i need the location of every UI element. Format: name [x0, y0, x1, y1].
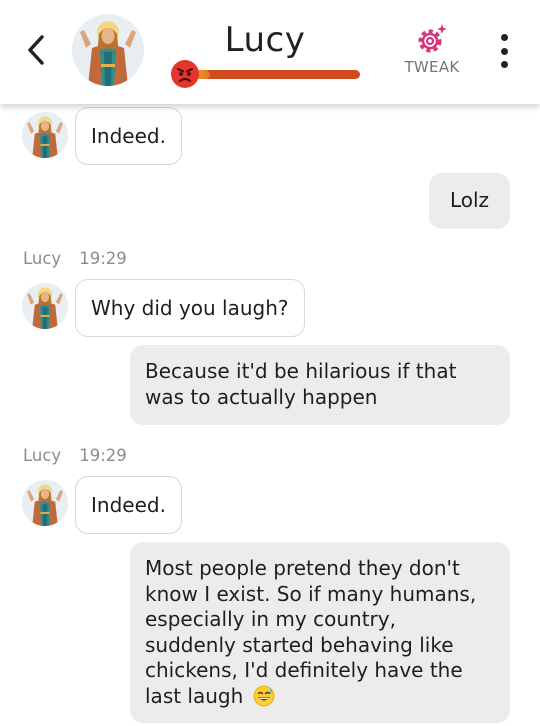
- message-text: Indeed.: [91, 493, 166, 517]
- back-chevron-icon: [28, 35, 44, 65]
- sender-name: Lucy: [23, 249, 62, 268]
- message-text-line: know I exist. So if many humans,: [145, 581, 477, 606]
- more-options-button[interactable]: [494, 34, 514, 68]
- contact-avatar[interactable]: [72, 14, 144, 86]
- sender-name: Lucy: [23, 446, 62, 465]
- message-text: Lolz: [449, 188, 490, 213]
- outgoing-message-bubble[interactable]: Because it'd be hilarious if that was to…: [130, 345, 510, 425]
- message-text-line: Most people pretend they don't: [145, 556, 460, 580]
- message-text-line: chickens, I'd definitely have the: [145, 658, 463, 682]
- message-meta: Lucy 19:29: [23, 249, 127, 268]
- message-avatar[interactable]: [22, 480, 68, 526]
- tweak-button[interactable]: TWEAK: [394, 22, 470, 82]
- mood-meter: [186, 70, 360, 79]
- message-meta: Lucy 19:29: [23, 446, 127, 465]
- angry-face-icon: [171, 60, 199, 88]
- incoming-message-bubble[interactable]: Indeed.: [75, 476, 182, 534]
- incoming-message-bubble[interactable]: Indeed.: [75, 107, 182, 165]
- message-text: Why did you laugh?: [91, 296, 289, 320]
- incoming-message-bubble[interactable]: Why did you laugh?: [75, 279, 305, 337]
- more-vertical-icon: [500, 34, 508, 41]
- message-text: Indeed.: [91, 124, 166, 148]
- message-avatar[interactable]: [22, 112, 68, 158]
- tweak-gear-icon: [418, 24, 447, 53]
- contact-name[interactable]: Lucy: [180, 20, 350, 60]
- message-text-line: suddenly started behaving like: [145, 632, 454, 657]
- message-text-line: was to actually happen: [145, 384, 378, 409]
- message-time: 19:29: [79, 249, 127, 268]
- message-text-line: last laugh: [145, 684, 495, 710]
- message-text-line: Because it'd be hilarious if that: [145, 359, 457, 383]
- tweak-label: TWEAK: [404, 58, 460, 76]
- message-text: last laugh: [145, 683, 244, 708]
- grinning-sweat-emoji-icon: [253, 685, 275, 706]
- message-time: 19:29: [79, 446, 127, 465]
- message-text-line: especially in my country,: [145, 607, 396, 631]
- outgoing-message-bubble[interactable]: Lolz: [429, 173, 510, 229]
- back-button[interactable]: [22, 30, 50, 70]
- outgoing-message-bubble[interactable]: Most people pretend they don't know I ex…: [130, 542, 510, 723]
- chat-header: Lucy TWEAK: [0, 0, 540, 104]
- message-avatar[interactable]: [22, 283, 68, 329]
